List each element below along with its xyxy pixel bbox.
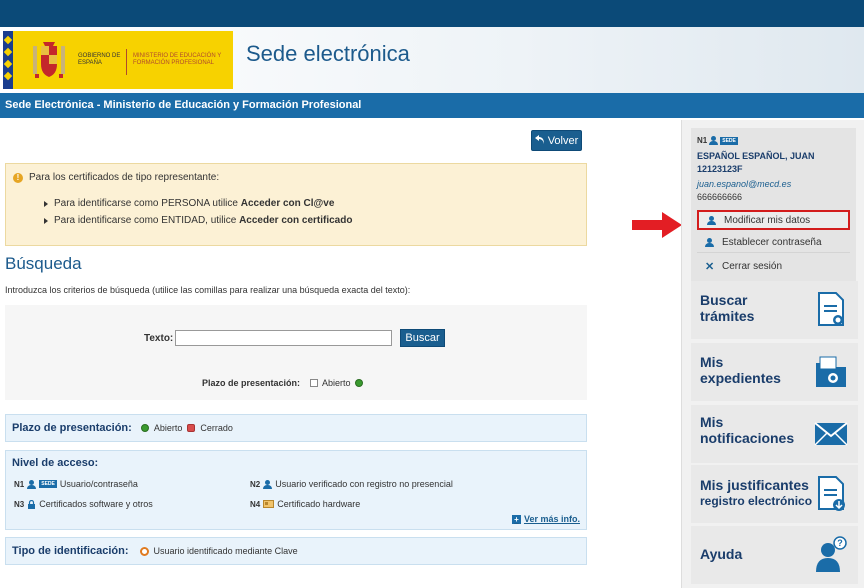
legend-tipo-value: Usuario identificado mediante Clave (153, 546, 298, 556)
notice-intro: Para los certificados de tipo representa… (29, 172, 220, 183)
verified-user-icon (263, 479, 273, 489)
search-intro: Introduzca los criterios de búsqueda (ut… (5, 285, 411, 295)
plus-icon: + (511, 514, 521, 524)
open-status-icon (354, 379, 363, 387)
svg-text:?: ? (837, 538, 843, 548)
legend-tipo-title: Tipo de identificación: (12, 545, 129, 557)
establecer-contrasena-link[interactable]: Establecer contraseña (697, 233, 850, 253)
level-n2: N2 Usuario verificado con registro no pr… (250, 479, 453, 489)
level-n3: N3 Certificados software y otros (14, 499, 153, 509)
eu-flag-strip (3, 31, 13, 89)
user-level: N1 SEDE (697, 136, 738, 145)
folder-search-icon (816, 356, 846, 387)
smartcard-icon (263, 500, 275, 508)
user-identity: ESPAÑOL ESPAÑOL, JUAN 12123123F (697, 150, 815, 176)
texto-label: Texto: (144, 333, 174, 344)
document-search-icon (818, 292, 844, 326)
user-key-icon (705, 238, 714, 247)
user-edit-icon (707, 215, 716, 225)
sede-badge: SEDE (39, 480, 57, 488)
legend-plazo-title: Plazo de presentación: (12, 422, 132, 434)
bullet-arrow-icon (44, 200, 48, 207)
buscar-button[interactable]: Buscar (400, 329, 445, 347)
legend-nivel-title: Nivel de acceso: (12, 457, 99, 469)
tile-buscar-tramites[interactable]: Buscar trámites (691, 281, 858, 339)
user-email: juan.espanol@mecd.es (697, 179, 792, 189)
cerrar-sesion-link[interactable]: ✕ Cerrar sesión (697, 256, 850, 276)
tile-mis-justificantes[interactable]: Mis justificantes registro electrónico (691, 465, 858, 523)
tile-ayuda[interactable]: Ayuda ? (691, 526, 858, 584)
closed-status-icon (187, 424, 196, 432)
abierto-checkbox[interactable] (310, 379, 319, 387)
lock-icon (28, 499, 36, 509)
coat-of-arms-icon (33, 42, 65, 78)
section-bar: Sede Electrónica - Ministerio de Educaci… (0, 93, 864, 118)
back-button-label: Volver (547, 134, 579, 147)
level-n4: N4 Certificado hardware (250, 499, 361, 509)
open-status-icon (140, 424, 149, 432)
texto-input[interactable] (175, 330, 392, 346)
help-user-icon: ? (816, 536, 847, 572)
modificar-datos-link[interactable]: Modificar mis datos (697, 210, 850, 230)
legend-tipo: Tipo de identificación: Usuario identifi… (5, 537, 587, 565)
ver-mas-link[interactable]: + Ver más info. (511, 514, 580, 524)
plazo-filter-label: Plazo de presentación: (202, 378, 301, 388)
abierto-filter-label: Abierto (322, 378, 351, 388)
notice-bullet-1: Para identificarse como PERSONA utilice … (54, 198, 335, 209)
back-button[interactable]: Volver (531, 130, 582, 151)
user-icon (709, 136, 719, 145)
document-download-icon (818, 476, 845, 511)
legend-cerrado: Cerrado (200, 423, 233, 433)
user-phone: 666666666 (697, 192, 743, 202)
tile-mis-notificaciones[interactable]: Mis notificaciones (691, 405, 858, 463)
government-logo[interactable]: GOBIERNO DE ESPAÑA MINISTERIO DE EDUCACI… (3, 31, 233, 89)
user-nif: 12123123F (697, 164, 743, 174)
bullet-arrow-icon (44, 217, 48, 224)
gobierno-text: GOBIERNO DE ESPAÑA (78, 53, 121, 66)
legend-nivel: Nivel de acceso: N1 SEDE Usuario/contras… (5, 450, 587, 530)
right-sidebar: N1 SEDE ESPAÑOL ESPAÑOL, JUAN 12123123F … (681, 120, 864, 588)
site-header: GOBIERNO DE ESPAÑA MINISTERIO DE EDUCACI… (0, 27, 864, 93)
representative-notice: ! Para los certificados de tipo represen… (5, 163, 587, 246)
warning-icon: ! (13, 172, 23, 183)
user-panel: N1 SEDE ESPAÑOL ESPAÑOL, JUAN 12123123F … (691, 128, 856, 282)
notice-bullet-2: Para identificarse como ENTIDAD, utilice… (54, 215, 353, 226)
user-name: ESPAÑOL ESPAÑOL, JUAN (697, 151, 815, 161)
logo-separator (126, 49, 127, 75)
clave-icon (139, 546, 149, 556)
sede-badge: SEDE (720, 136, 738, 145)
level-n1: N1 SEDE Usuario/contraseña (14, 479, 138, 489)
user-contact: juan.espanol@mecd.es 666666666 (697, 178, 791, 204)
legend-abierto: Abierto (153, 423, 183, 433)
legend-plazo: Plazo de presentación: Abierto Cerrado (5, 414, 587, 442)
search-form: Texto: Buscar Plazo de presentación: Abi… (5, 305, 587, 400)
envelope-icon (814, 422, 848, 446)
pointer-arrow-icon (632, 212, 682, 238)
tile-mis-expedientes[interactable]: Mis expedientes (691, 343, 858, 401)
search-heading: Búsqueda (5, 254, 82, 273)
top-bar (0, 0, 864, 27)
back-arrow-icon (534, 134, 545, 147)
close-icon: ✕ (705, 260, 715, 273)
ministerio-text: MINISTERIO DE EDUCACIÓN Y FORMACIÓN PROF… (133, 53, 222, 66)
user-icon (27, 479, 37, 489)
site-title[interactable]: Sede electrónica (246, 41, 410, 67)
